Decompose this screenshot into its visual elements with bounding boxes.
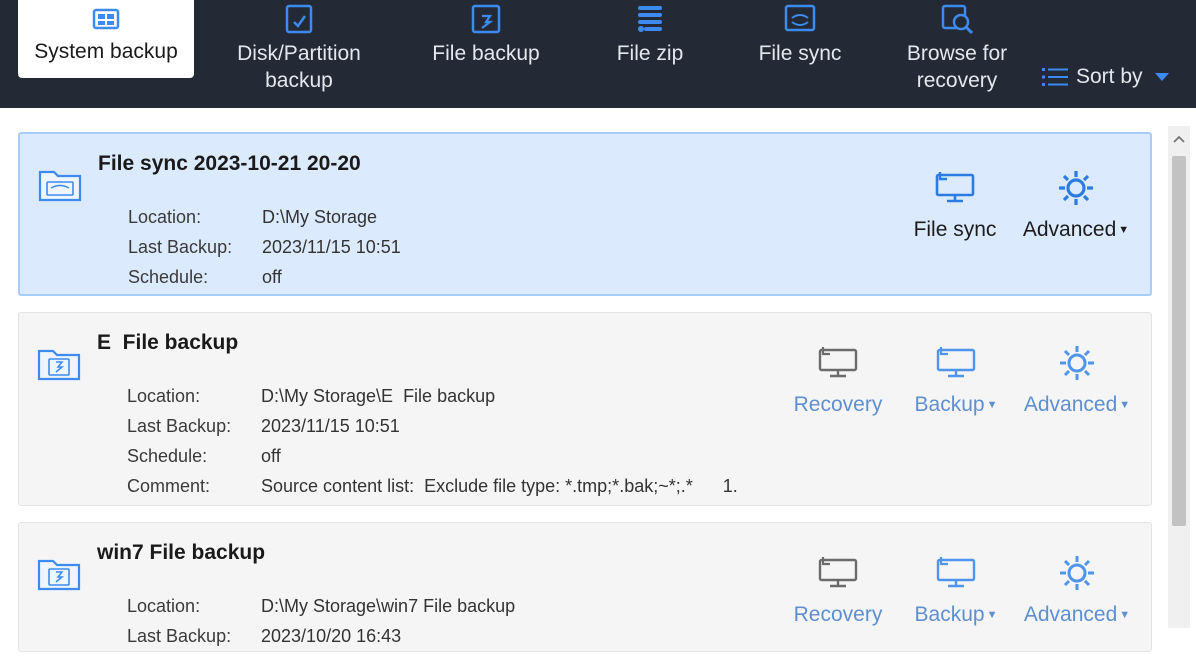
action-label: Backup: [914, 393, 985, 416]
toolbar-label: System backup: [34, 40, 178, 63]
file-backup-icon: [468, 0, 504, 38]
action-label: Recovery: [793, 393, 883, 416]
toolbar-system-backup[interactable]: System backup: [18, 0, 194, 78]
backup-dropdown-button[interactable]: Backup ▼: [897, 343, 1015, 417]
toolbar-label: File sync: [758, 42, 842, 65]
last-backup-value: 2023/11/15 10:51: [262, 237, 401, 257]
toolbar-browse-recovery[interactable]: Browse for recovery: [882, 0, 1032, 108]
task-card-file-sync[interactable]: File sync 2023-10-21 20-20 Location: D:\M…: [18, 132, 1152, 296]
advanced-dropdown-button[interactable]: Advanced ▼: [1014, 168, 1138, 242]
list-icon: [1042, 68, 1068, 86]
toolbar-label: Disk/Partition backup: [237, 42, 361, 92]
toolbar-disk-partition-backup[interactable]: Disk/Partition backup: [214, 0, 384, 108]
task-comment-row: Comment: Source content list: Exclude fil…: [97, 455, 738, 518]
scrollbar-thumb[interactable]: [1172, 156, 1186, 526]
last-backup-key: Last Backup:: [127, 626, 232, 646]
file-sync-action-button[interactable]: File sync: [896, 168, 1014, 242]
system-backup-icon: [88, 0, 124, 36]
task-actions: File sync Advanced ▼: [896, 168, 1138, 242]
toolbar-label: Browse for recovery: [906, 42, 1008, 92]
gear-icon: [1056, 168, 1096, 208]
comment-value: Source content list: Exclude file type: …: [261, 476, 738, 496]
task-actions: Recovery Backup ▼ Advanced ▼: [779, 343, 1139, 417]
last-backup-value: 2023/10/20 16:43: [261, 626, 402, 646]
task-card-win7-file-backup[interactable]: win7 File backup Location: D:\My Storage\…: [18, 522, 1152, 652]
gear-icon: [1057, 553, 1097, 593]
action-label: Advanced: [1022, 218, 1117, 241]
action-label: Recovery: [793, 603, 883, 626]
toolbar-file-backup[interactable]: File backup: [408, 0, 564, 108]
task-actions: Recovery Backup ▼ Advanced ▼: [779, 553, 1139, 627]
monitor-recovery-icon: [817, 553, 859, 593]
chevron-up-icon: [1173, 135, 1185, 143]
file-zip-icon: [632, 0, 668, 38]
dropdown-caret-icon: ▼: [1119, 609, 1131, 621]
dropdown-caret-icon: ▼: [986, 609, 998, 621]
action-label: Advanced: [1023, 393, 1118, 416]
main-toolbar: System backup Disk/Partition backup File…: [0, 0, 1196, 108]
comment-key: Comment:: [127, 476, 211, 496]
recovery-button[interactable]: Recovery: [779, 553, 897, 627]
last-backup-value: 2023/11/15 10:51: [261, 416, 400, 436]
file-sync-icon: [782, 0, 818, 38]
task-title: File sync 2023-10-21 20-20: [98, 152, 361, 175]
toolbar-file-zip[interactable]: File zip: [590, 0, 710, 108]
sync-folder-icon: [38, 170, 82, 202]
toolbar-label: File backup: [432, 42, 540, 65]
dropdown-caret-icon: ▼: [1119, 399, 1131, 411]
task-list: File sync 2023-10-21 20-20 Location: D:\M…: [0, 108, 1196, 652]
dropdown-caret-icon: ▼: [1118, 224, 1130, 236]
schedule-value: off: [262, 267, 282, 287]
sort-by-dropdown[interactable]: Sort by: [1042, 62, 1169, 92]
task-card-e-file-backup[interactable]: E File backup Location: D:\My Storage\E F…: [18, 312, 1152, 506]
advanced-dropdown-button[interactable]: Advanced ▼: [1015, 553, 1139, 627]
action-label: Advanced: [1023, 603, 1118, 626]
task-title: win7 File backup: [97, 541, 266, 564]
backup-dropdown-button[interactable]: Backup ▼: [897, 553, 1015, 627]
scroll-up-button[interactable]: [1168, 126, 1190, 152]
recovery-button[interactable]: Recovery: [779, 343, 897, 417]
monitor-backup-icon: [935, 553, 977, 593]
disk-backup-icon: [281, 0, 317, 38]
task-last-backup-row: Last Backup: 2023/10/20 16:43: [97, 605, 401, 668]
backup-folder-icon: [37, 559, 81, 591]
advanced-dropdown-button[interactable]: Advanced ▼: [1015, 343, 1139, 417]
toolbar-label: File zip: [616, 42, 684, 65]
sort-by-label: Sort by: [1076, 65, 1143, 88]
backup-folder-icon: [37, 349, 81, 381]
action-label: Backup: [914, 603, 985, 626]
task-schedule-row: Schedule: off: [98, 246, 282, 309]
monitor-recovery-icon: [817, 343, 859, 383]
schedule-key: Schedule:: [128, 267, 209, 287]
chevron-down-icon: [1154, 73, 1169, 81]
gear-icon: [1057, 343, 1097, 383]
action-label: File sync: [913, 218, 997, 241]
task-title: E File backup: [97, 331, 239, 354]
dropdown-caret-icon: ▼: [986, 399, 998, 411]
browse-recovery-icon: [939, 0, 975, 38]
monitor-sync-icon: [934, 168, 976, 208]
monitor-backup-icon: [935, 343, 977, 383]
toolbar-file-sync[interactable]: File sync: [740, 0, 860, 108]
